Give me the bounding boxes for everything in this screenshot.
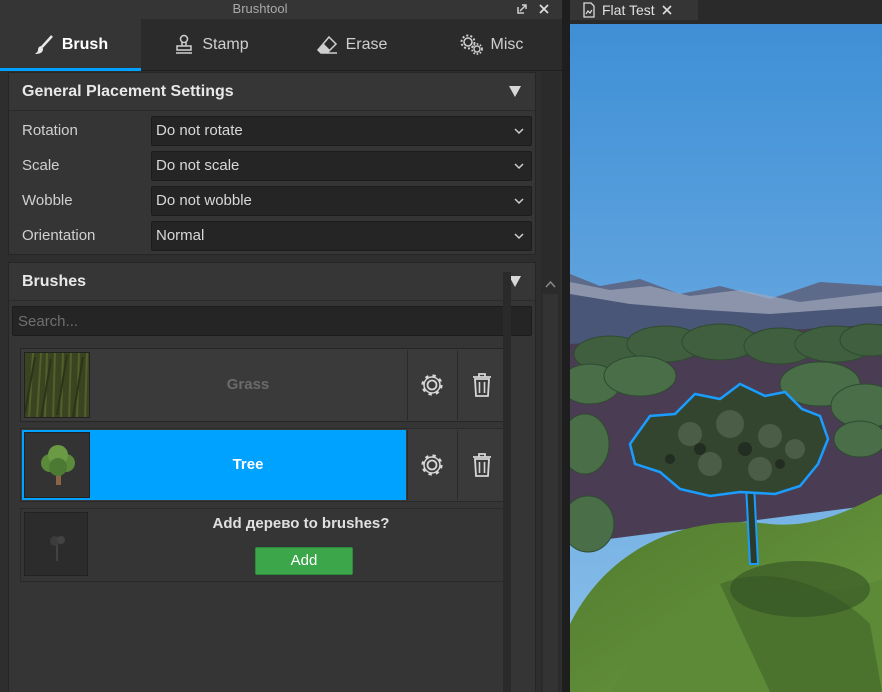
section-title: Brushes <box>22 273 87 290</box>
brush-item-tree[interactable]: Tree <box>20 428 506 502</box>
brush-search-input[interactable] <box>12 306 532 336</box>
add-brush-button[interactable]: Add <box>255 547 353 575</box>
add-brush-prompt: Add дерево to brushes? Add <box>20 508 506 582</box>
rotation-dropdown[interactable]: Do not rotate <box>151 116 532 146</box>
scale-label: Scale <box>22 157 60 174</box>
tree-thumbnail <box>24 432 90 498</box>
chevron-down-icon <box>514 163 524 170</box>
scale-dropdown[interactable]: Do not scale <box>151 151 532 181</box>
dropdown-value: Do not scale <box>156 157 240 174</box>
tab-erase[interactable]: Erase <box>281 19 421 71</box>
brush-settings-button[interactable] <box>407 430 456 500</box>
panel-content: General Placement Settings Rotation Do n… <box>8 72 536 692</box>
orientation-label: Orientation <box>22 227 96 244</box>
brush-delete-button[interactable] <box>457 430 506 500</box>
panel-title: Brushtool <box>232 1 288 16</box>
trash-icon <box>473 373 491 397</box>
tab-label: Misc <box>490 36 524 53</box>
dropdown-value: Do not wobble <box>156 192 252 209</box>
dropdown-value: Do not rotate <box>156 122 243 139</box>
general-placement-section: General Placement Settings Rotation Do n… <box>8 72 536 255</box>
tab-flat-test[interactable]: Flat Test <box>570 0 698 20</box>
tab-bar: Brush Stamp Erase Misc <box>0 19 562 71</box>
tab-label: Brush <box>61 36 109 53</box>
add-brush-prompt-text: Add дерево to brushes? <box>212 515 390 532</box>
close-icon[interactable] <box>661 4 673 16</box>
tab-brush[interactable]: Brush <box>0 19 141 71</box>
brush-item-grass[interactable]: Grass <box>20 348 506 422</box>
gear-icon <box>421 374 443 396</box>
trash-icon <box>473 453 491 477</box>
brush-settings-button[interactable] <box>407 350 456 420</box>
brushtool-panel: Brushtool Brush Stamp Erase Misc General… <box>0 0 562 692</box>
tab-label: Stamp <box>202 36 249 53</box>
paintbrush-icon <box>33 34 55 56</box>
brushes-header[interactable]: Brushes <box>9 263 535 301</box>
chevron-down-icon <box>514 233 524 240</box>
stamp-icon <box>173 34 195 56</box>
collapse-arrow-icon[interactable] <box>509 86 521 97</box>
chevron-down-icon <box>514 198 524 205</box>
new-model-thumbnail <box>24 512 88 576</box>
orientation-dropdown[interactable]: Normal <box>151 221 532 251</box>
panel-titlebar: Brushtool <box>0 0 562 19</box>
brush-name: Tree <box>232 456 264 473</box>
tab-misc[interactable]: Misc <box>421 19 562 71</box>
undock-icon[interactable] <box>514 1 530 17</box>
chevron-down-icon <box>514 128 524 135</box>
wobble-dropdown[interactable]: Do not wobble <box>151 186 532 216</box>
section-title: General Placement Settings <box>22 83 234 100</box>
grass-thumbnail <box>24 352 90 418</box>
brush-delete-button[interactable] <box>457 350 506 420</box>
scene-render <box>570 24 882 692</box>
panel-scrollbar[interactable] <box>541 72 560 692</box>
wobble-label: Wobble <box>22 192 73 209</box>
scroll-up-icon[interactable] <box>545 280 556 288</box>
brush-select-area[interactable]: Tree <box>22 430 406 500</box>
viewport-tab-bar: Flat Test <box>570 0 882 24</box>
close-icon[interactable] <box>536 1 552 17</box>
tab-label: Flat Test <box>602 2 655 18</box>
eraser-icon <box>315 34 339 56</box>
tab-label: Erase <box>345 36 388 53</box>
brush-name: Grass <box>226 376 270 393</box>
general-placement-header[interactable]: General Placement Settings <box>9 73 535 111</box>
panel-divider[interactable] <box>562 0 570 692</box>
tab-stamp[interactable]: Stamp <box>141 19 281 71</box>
dropdown-value: Normal <box>156 227 205 244</box>
3d-viewport[interactable] <box>570 24 882 692</box>
gears-icon <box>460 34 484 56</box>
scrollbar-track[interactable] <box>543 294 558 692</box>
rotation-label: Rotation <box>22 122 78 139</box>
brushes-section: Brushes Search... Grass Tree Add дерево … <box>8 262 536 692</box>
brush-select-area[interactable]: Grass <box>22 350 406 420</box>
brush-list-scrollbar[interactable] <box>503 272 511 692</box>
gear-icon <box>421 454 443 476</box>
place-file-icon <box>583 2 595 18</box>
